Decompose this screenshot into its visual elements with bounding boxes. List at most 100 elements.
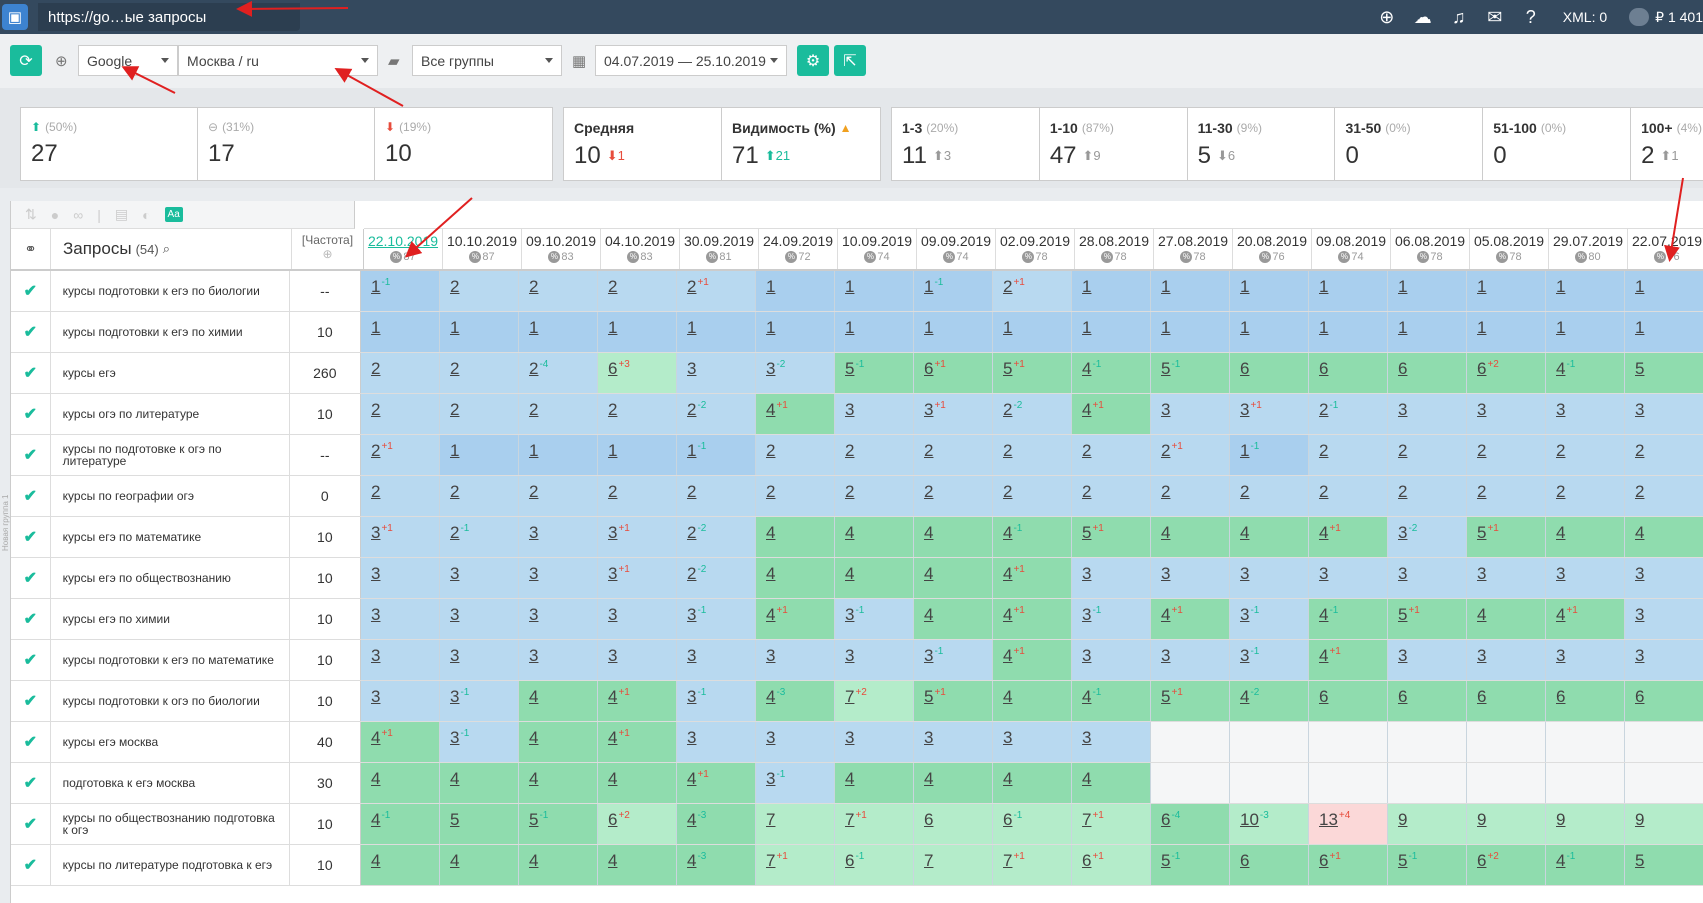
position-cell[interactable]: 2 bbox=[1546, 435, 1625, 475]
check-icon[interactable]: ✔ bbox=[11, 476, 51, 516]
stat-down[interactable]: ⬇ (19%) 10 bbox=[375, 108, 552, 180]
position-cell[interactable] bbox=[1625, 722, 1703, 762]
check-icon[interactable]: ✔ bbox=[11, 435, 51, 475]
date-range-select[interactable]: 04.07.2019 — 25.10.2019 bbox=[595, 45, 787, 76]
position-cell[interactable]: 1 bbox=[1388, 271, 1467, 311]
position-cell[interactable]: 3 bbox=[1546, 394, 1625, 434]
position-cell[interactable]: 4 bbox=[1467, 599, 1546, 639]
position-cell[interactable]: 2-2 bbox=[677, 558, 756, 598]
query-text[interactable]: курсы егэ bbox=[51, 353, 290, 393]
query-text[interactable]: курсы егэ москва bbox=[51, 722, 290, 762]
position-cell[interactable]: 6+2 bbox=[598, 804, 677, 844]
position-cell[interactable]: 4 bbox=[1151, 517, 1230, 557]
position-cell[interactable]: 4 bbox=[598, 763, 677, 803]
balance[interactable]: ₽ 1 401 bbox=[1629, 8, 1703, 26]
position-cell[interactable]: 3 bbox=[1625, 558, 1703, 598]
position-cell[interactable]: 3 bbox=[756, 722, 835, 762]
position-cell[interactable]: 4-1 bbox=[993, 517, 1072, 557]
date-column-header[interactable]: 20.08.2019% 76 bbox=[1233, 229, 1312, 269]
position-cell[interactable]: 2+1 bbox=[677, 271, 756, 311]
position-cell[interactable]: 2 bbox=[598, 271, 677, 311]
position-cell[interactable]: 3 bbox=[1230, 558, 1309, 598]
position-cell[interactable]: 1 bbox=[1309, 312, 1388, 352]
position-cell[interactable]: 4+1 bbox=[598, 681, 677, 721]
position-cell[interactable]: 3-2 bbox=[756, 353, 835, 393]
position-cell[interactable] bbox=[1230, 763, 1309, 803]
date-column-header[interactable]: 04.10.2019% 83 bbox=[601, 229, 680, 269]
position-cell[interactable]: 1 bbox=[1388, 312, 1467, 352]
position-cell[interactable]: 2 bbox=[440, 353, 519, 393]
position-cell[interactable]: 3 bbox=[1309, 558, 1388, 598]
mail-icon[interactable]: ✉ bbox=[1477, 7, 1513, 28]
position-cell[interactable]: 2 bbox=[835, 476, 914, 516]
position-cell[interactable]: 4+1 bbox=[1151, 599, 1230, 639]
font-size-icon[interactable]: Aa bbox=[164, 207, 183, 222]
position-cell[interactable]: 3 bbox=[361, 558, 440, 598]
position-cell[interactable]: 1 bbox=[361, 312, 440, 352]
check-icon[interactable]: ✔ bbox=[11, 517, 51, 557]
position-cell[interactable]: 1 bbox=[1546, 312, 1625, 352]
position-cell[interactable]: 4-3 bbox=[677, 804, 756, 844]
position-cell[interactable]: 2 bbox=[361, 394, 440, 434]
date-column-header[interactable]: 24.09.2019% 72 bbox=[759, 229, 838, 269]
position-cell[interactable]: 1 bbox=[914, 312, 993, 352]
position-cell[interactable]: 3 bbox=[677, 722, 756, 762]
position-cell[interactable] bbox=[1388, 763, 1467, 803]
position-cell[interactable]: 2+1 bbox=[993, 271, 1072, 311]
check-icon[interactable]: ✔ bbox=[11, 763, 51, 803]
position-cell[interactable]: 3-1 bbox=[440, 722, 519, 762]
position-cell[interactable]: 6 bbox=[1309, 353, 1388, 393]
position-cell[interactable]: 5-1 bbox=[519, 804, 598, 844]
position-cell[interactable]: 7+1 bbox=[756, 845, 835, 885]
position-cell[interactable]: 2 bbox=[598, 394, 677, 434]
position-cell[interactable] bbox=[1467, 763, 1546, 803]
bell-icon[interactable]: ♫ bbox=[1441, 7, 1477, 28]
position-cell[interactable]: 3-1 bbox=[1230, 599, 1309, 639]
position-cell[interactable]: 6+1 bbox=[1072, 845, 1151, 885]
date-column-header[interactable]: 09.09.2019% 74 bbox=[917, 229, 996, 269]
sort-icon[interactable]: ⇅ bbox=[25, 206, 37, 223]
position-cell[interactable]: 1 bbox=[1546, 271, 1625, 311]
position-cell[interactable] bbox=[1625, 763, 1703, 803]
date-column-header[interactable]: 09.10.2019% 83 bbox=[522, 229, 601, 269]
position-cell[interactable]: 4+1 bbox=[756, 394, 835, 434]
position-cell[interactable]: 7+1 bbox=[835, 804, 914, 844]
position-cell[interactable]: 3 bbox=[914, 722, 993, 762]
position-cell[interactable]: 5-1 bbox=[1151, 353, 1230, 393]
position-cell[interactable]: 3+1 bbox=[1230, 394, 1309, 434]
check-icon[interactable]: ✔ bbox=[11, 394, 51, 434]
position-cell[interactable]: 1 bbox=[1151, 271, 1230, 311]
position-cell[interactable]: 5+1 bbox=[914, 681, 993, 721]
position-cell[interactable]: 4 bbox=[361, 763, 440, 803]
position-cell[interactable]: 2 bbox=[1072, 476, 1151, 516]
position-cell[interactable]: 4 bbox=[440, 763, 519, 803]
position-cell[interactable]: 3 bbox=[1151, 394, 1230, 434]
position-cell[interactable]: 3 bbox=[1072, 722, 1151, 762]
query-text[interactable]: курсы по обществознанию подготовка к огэ bbox=[51, 804, 290, 844]
date-column-header[interactable]: 10.09.2019% 74 bbox=[838, 229, 917, 269]
position-cell[interactable]: 2 bbox=[440, 476, 519, 516]
position-cell[interactable]: 3 bbox=[993, 722, 1072, 762]
warning-icon[interactable]: ▲ bbox=[840, 121, 852, 135]
position-cell[interactable]: 1 bbox=[1072, 312, 1151, 352]
position-cell[interactable]: 6 bbox=[1388, 681, 1467, 721]
position-cell[interactable]: 2 bbox=[1230, 476, 1309, 516]
position-cell[interactable]: 2-2 bbox=[677, 394, 756, 434]
position-cell[interactable]: 1 bbox=[1467, 312, 1546, 352]
position-cell[interactable]: 2 bbox=[1625, 435, 1703, 475]
query-text[interactable]: курсы подготовки к огэ по биологии bbox=[51, 681, 290, 721]
position-cell[interactable]: 3-1 bbox=[835, 599, 914, 639]
project-url-tab[interactable]: https://go…ые запросы bbox=[38, 3, 300, 31]
position-cell[interactable]: 1-1 bbox=[677, 435, 756, 475]
position-cell[interactable]: 3 bbox=[1388, 558, 1467, 598]
position-cell[interactable]: 3 bbox=[1625, 640, 1703, 680]
position-cell[interactable]: 4 bbox=[835, 558, 914, 598]
position-cell[interactable]: 3 bbox=[361, 599, 440, 639]
position-cell[interactable] bbox=[1309, 722, 1388, 762]
query-text[interactable]: подготовка к егэ москва bbox=[51, 763, 290, 803]
stat-range-31-50[interactable]: 31-50 (0%) 0 bbox=[1335, 108, 1484, 180]
position-cell[interactable]: 4 bbox=[756, 517, 835, 557]
position-cell[interactable]: 1 bbox=[1230, 312, 1309, 352]
query-text[interactable]: курсы егэ по математике bbox=[51, 517, 290, 557]
position-cell[interactable]: 4+1 bbox=[361, 722, 440, 762]
